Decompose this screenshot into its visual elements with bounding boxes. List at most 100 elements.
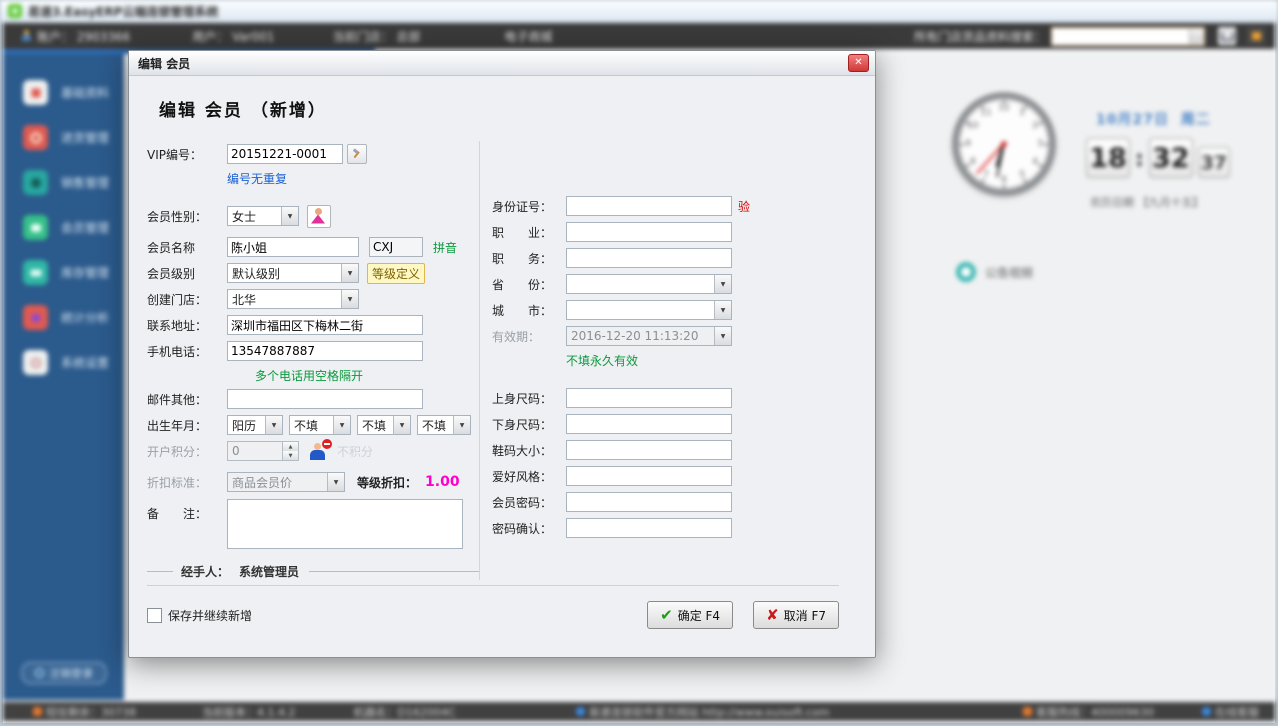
birth-month-select[interactable]: 不填▼	[357, 415, 411, 435]
handler-value: 系统管理员	[239, 563, 299, 580]
chevron-down-icon: ▼	[341, 290, 358, 308]
points-row: 开户积分： 0 ▲▼ 不积分	[147, 438, 479, 464]
online-service-link[interactable]: 在线客服	[1202, 704, 1259, 720]
date-display: 10月27日 周二	[1096, 109, 1211, 129]
birth-year-select[interactable]: 不填▼	[289, 415, 351, 435]
generate-code-button[interactable]	[347, 144, 367, 164]
job-label: 职 业：	[492, 224, 566, 241]
chevron-down-icon: ▼	[333, 416, 350, 434]
province-row: 省 份： ▼	[492, 271, 857, 297]
window-titlebar[interactable]: 易速3.EasyERP云端连锁管理系统	[0, 0, 1278, 23]
no-points-hint: 不积分	[337, 443, 373, 460]
gender-select[interactable]: 女士▼	[227, 206, 299, 226]
cart-icon[interactable]	[1218, 27, 1236, 45]
search-input[interactable]	[1052, 29, 1189, 43]
save-continue-checkbox[interactable]	[147, 608, 162, 623]
announcement-link[interactable]: 公告视频	[956, 262, 1033, 282]
handler-row: 经手人： 系统管理员	[147, 563, 479, 580]
stepper-down-icon[interactable]: ▼	[283, 451, 298, 460]
store-select[interactable]: 北华▼	[227, 289, 359, 309]
job-row: 职 业：	[492, 219, 857, 245]
logout-label: 注销登录	[49, 665, 93, 681]
chevron-down-icon: ▼	[281, 207, 298, 225]
vip-hint-row: 编号无重复	[147, 167, 479, 189]
clock-numeral: 3	[1037, 139, 1043, 149]
style-input[interactable]	[566, 466, 732, 486]
password-confirm-input[interactable]	[566, 518, 732, 538]
sidebar-item-statistics[interactable]: 统计分析	[3, 295, 124, 340]
dialog-footer: 保存并继续新增 ✔ 确定 F4 ✘ 取消 F7	[147, 601, 839, 629]
sidebar-item-member[interactable]: 会员管理	[3, 205, 124, 250]
city-label: 城 市：	[492, 302, 566, 319]
level-select[interactable]: 默认级别▼	[227, 263, 359, 283]
search-go-button[interactable]	[1189, 29, 1204, 44]
expiry-select[interactable]: 2016-12-20 11:13:20▼	[566, 326, 732, 346]
sidebar-item-sales[interactable]: 销售管理	[3, 160, 124, 205]
email-input[interactable]	[227, 389, 423, 409]
clock-tick	[1003, 100, 1005, 105]
logout-button[interactable]: 注销登录	[21, 662, 106, 684]
level-define-button[interactable]: 等级定义	[367, 263, 425, 284]
store-label: 创建门店：	[147, 291, 227, 308]
phone-hint: 多个电话用空格隔开	[255, 367, 363, 384]
mall-link[interactable]: 电子商城	[504, 28, 552, 45]
pinyin-hint: 拼音	[433, 239, 457, 256]
save-continue-label: 保存并继续新增	[168, 607, 252, 624]
stepper-up-icon[interactable]: ▲	[283, 442, 298, 451]
verify-link[interactable]: 验	[738, 198, 750, 215]
note-row: 备 注：	[147, 499, 479, 549]
basic-data-icon	[23, 80, 48, 105]
duty-input[interactable]	[566, 248, 732, 268]
discount-label: 折扣标准：	[147, 474, 227, 491]
hotline-status: 客服热线：400009630	[1023, 704, 1154, 720]
address-row: 联系地址：	[147, 312, 479, 338]
clock-numeral: 9	[965, 139, 971, 149]
member-name-input[interactable]	[227, 237, 359, 257]
website-link[interactable]: 易速连锁软件官方网站 http://www.ouisoft.com	[576, 704, 830, 720]
calendar-type-select[interactable]: 阳历▼	[227, 415, 283, 435]
ok-button[interactable]: ✔ 确定 F4	[647, 601, 733, 629]
sidebar-item-basic-data[interactable]: 基础资料	[3, 70, 124, 115]
close-icon[interactable]: ✕	[848, 54, 869, 72]
cancel-button[interactable]: ✘ 取消 F7	[753, 601, 839, 629]
style-row: 爱好风格：	[492, 463, 857, 489]
chevron-down-icon: ▼	[327, 473, 344, 491]
sidebar-item-purchase[interactable]: 进货管理	[3, 115, 124, 160]
discount-select[interactable]: 商品会员价▼	[227, 472, 345, 492]
province-select[interactable]: ▼	[566, 274, 732, 294]
shoe-size-input[interactable]	[566, 440, 732, 460]
rate-value: 1.00	[425, 474, 460, 490]
bottom-size-row: 下身尺码：	[492, 411, 857, 437]
sidebar-item-inventory[interactable]: 库存管理	[3, 250, 124, 295]
id-number-input[interactable]	[566, 196, 732, 216]
ok-label: 确定 F4	[678, 607, 720, 624]
dialog-titlebar[interactable]: 编辑 会员 ✕	[129, 51, 875, 76]
clock-tick	[1038, 163, 1043, 167]
female-avatar-icon[interactable]	[307, 205, 331, 228]
clock-tick	[1003, 184, 1005, 189]
analog-clock: 121234567891011	[952, 92, 1062, 202]
user-icon	[21, 30, 32, 42]
clock-numeral: 2	[1032, 121, 1038, 131]
top-size-row: 上身尺码：	[492, 385, 857, 411]
lunar-date: 农历日期 【九月十五】	[1090, 194, 1204, 210]
sidebar-item-settings[interactable]: 系统设置	[3, 340, 124, 385]
vip-label: VIP编号：	[147, 146, 227, 163]
expiry-row: 有效期： 2016-12-20 11:13:20▼	[492, 323, 857, 349]
phone-input[interactable]	[227, 341, 423, 361]
bottom-size-input[interactable]	[566, 414, 732, 434]
lock-icon[interactable]	[1247, 27, 1265, 45]
clock-numeral: 4	[1032, 157, 1038, 167]
pinyin-input[interactable]	[369, 237, 423, 257]
top-size-input[interactable]	[566, 388, 732, 408]
city-select[interactable]: ▼	[566, 300, 732, 320]
note-textarea[interactable]	[227, 499, 463, 549]
job-input[interactable]	[566, 222, 732, 242]
points-stepper[interactable]: 0 ▲▼	[227, 441, 299, 461]
password-input[interactable]	[566, 492, 732, 512]
address-input[interactable]	[227, 315, 423, 335]
vip-input[interactable]	[227, 144, 343, 164]
birth-day-select[interactable]: 不填▼	[417, 415, 471, 435]
top-size-label: 上身尺码：	[492, 390, 566, 407]
chevron-down-icon: ▼	[714, 301, 731, 319]
